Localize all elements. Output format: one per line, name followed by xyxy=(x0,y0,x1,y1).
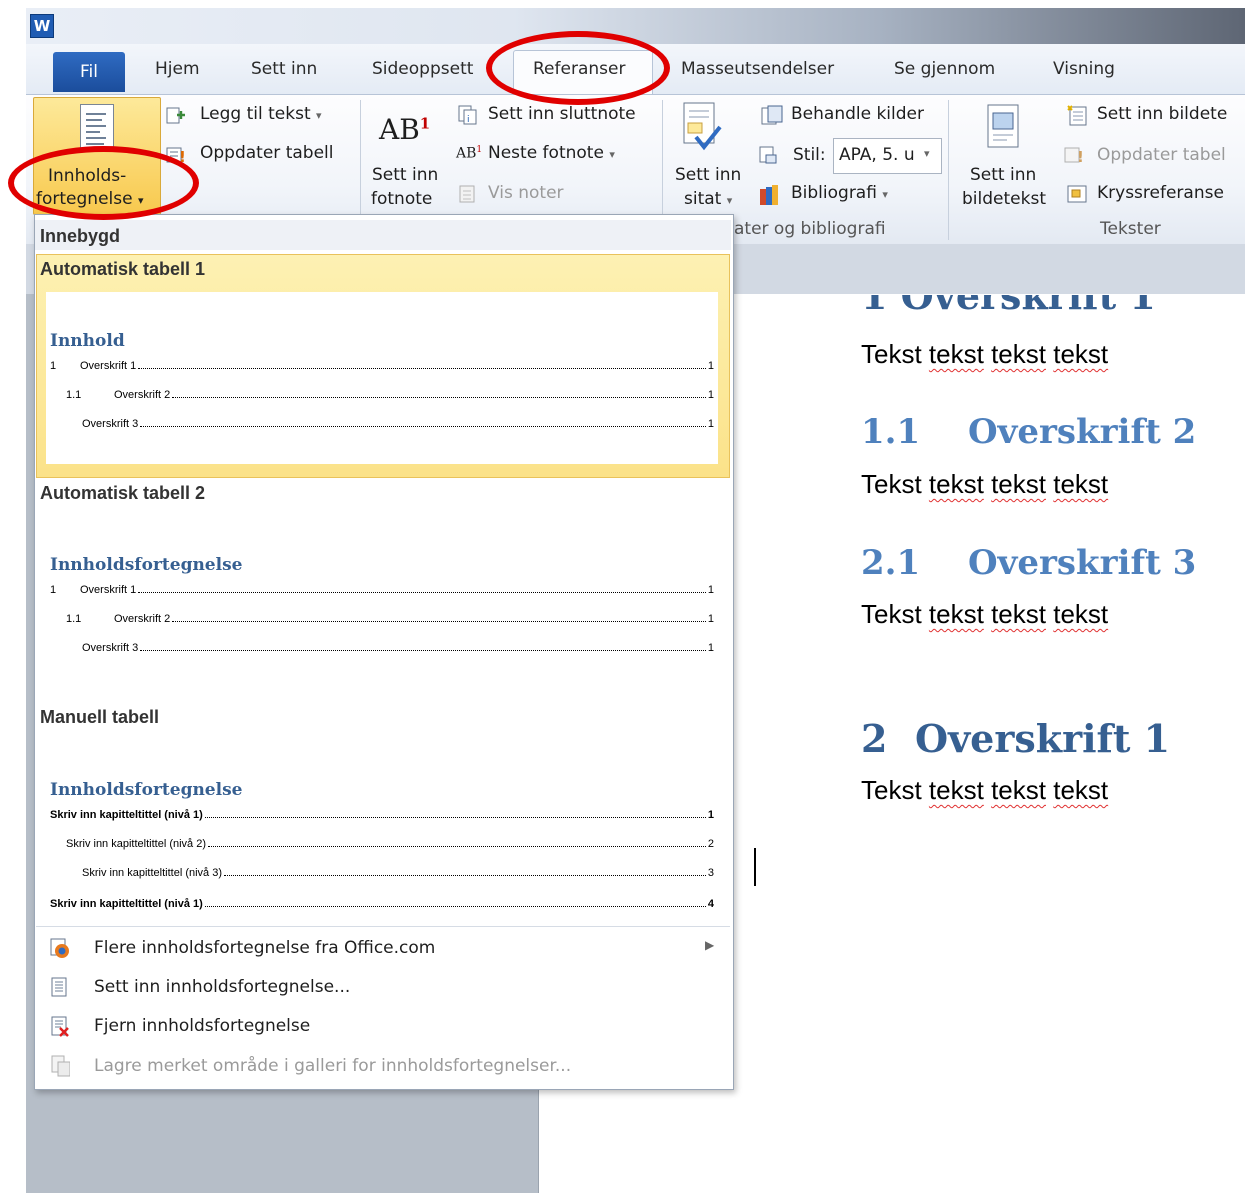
insert-footnote-label-1[interactable]: Sett inn xyxy=(372,165,438,185)
toc-preview-row: 1 Overskrift 11 xyxy=(50,584,714,596)
captions-group-label: Tekster xyxy=(1100,219,1161,239)
menu-item-insert-toc[interactable]: Sett inn innholdsfortegnelse... xyxy=(94,977,350,997)
gallery-preview xyxy=(46,292,718,464)
bibliography-icon xyxy=(760,185,778,205)
chevron-down-icon: ▾ xyxy=(924,147,930,160)
toc-preview-row: Skriv inn kapitteltittel (nivå 2) 2 xyxy=(66,838,714,850)
toc-preview-row: 1.1 Overskrift 21 xyxy=(66,613,714,625)
manage-sources-icon xyxy=(761,105,783,125)
annotation-circle-references xyxy=(486,31,670,105)
submenu-arrow-icon: ▶ xyxy=(705,938,715,952)
update-figures-table-button[interactable]: Oppdater tabel xyxy=(1097,145,1226,165)
menu-item-remove-toc[interactable]: Fjern innholdsfortegnelse xyxy=(94,1016,310,1036)
manage-sources-button[interactable]: Behandle kilder xyxy=(791,104,924,124)
cross-reference-button[interactable]: Kryssreferanse xyxy=(1097,183,1224,203)
tab-home[interactable]: Hjem xyxy=(155,59,200,79)
tab-insert[interactable]: Sett inn xyxy=(251,59,317,79)
insert-toc-icon xyxy=(51,977,67,997)
show-notes-button[interactable]: Vis noter xyxy=(488,183,564,203)
menu-item-more-from-office[interactable]: Flere innholdsfortegnelse fra Office.com xyxy=(94,938,435,958)
next-footnote-icon: AB1 xyxy=(456,145,483,162)
tab-mailings[interactable]: Masseutsendelser xyxy=(681,59,834,79)
gallery-title: Automatisk tabell 2 xyxy=(40,483,206,503)
insert-citation-label-2[interactable]: sitat ▾ xyxy=(684,189,732,209)
insert-figures-table-button[interactable]: Sett inn bildete xyxy=(1097,104,1227,124)
tab-file[interactable]: Fil xyxy=(53,52,125,92)
style-dropdown-value: APA, 5. u xyxy=(839,145,915,165)
heading-1-number: 2 xyxy=(861,716,888,761)
text-cursor xyxy=(754,848,756,886)
update-table-button[interactable]: Oppdater tabell xyxy=(200,143,333,163)
body-paragraph: Tekst tekst tekst tekst xyxy=(861,339,1109,369)
bibliography-button[interactable]: Bibliografi ▾ xyxy=(791,183,888,203)
insert-footnote-label-2[interactable]: fotnote xyxy=(371,189,432,209)
insert-citation-icon xyxy=(683,102,722,151)
remove-toc-icon xyxy=(51,1016,69,1037)
toc-preview-row: Skriv inn kapitteltittel (nivå 3) 3 xyxy=(82,867,714,879)
insert-caption-label-1[interactable]: Sett inn xyxy=(970,165,1036,185)
add-text-icon xyxy=(166,107,185,124)
heading-1-partial: 1 Overskrift 1 xyxy=(861,295,1156,318)
heading-3-number: 2.1 xyxy=(861,543,921,583)
toc-preview-heading: Innholdsfortegnelse xyxy=(50,780,243,800)
heading-2-number: 1.1 xyxy=(861,412,921,452)
svg-text:!: ! xyxy=(1077,148,1084,165)
tab-view[interactable]: Visning xyxy=(1053,59,1115,79)
gallery-title: Automatisk tabell 1 xyxy=(40,259,206,279)
word-app-icon[interactable]: W xyxy=(30,14,54,38)
insert-caption-label-2[interactable]: bildetekst xyxy=(962,189,1046,209)
menu-header-bar xyxy=(35,220,731,250)
style-icon xyxy=(759,146,777,164)
insert-caption-icon xyxy=(987,104,1019,148)
heading-3: Overskrift 3 xyxy=(968,543,1197,583)
body-paragraph: Tekst tekst tekst tekst xyxy=(861,599,1109,629)
office-online-icon xyxy=(50,938,69,958)
menu-separator xyxy=(36,926,730,927)
gallery-title: Manuell tabell xyxy=(40,707,160,727)
insert-endnote-button[interactable]: Sett inn sluttnote xyxy=(488,104,636,124)
insert-footnote-icon: AB1 xyxy=(379,113,431,146)
toc-preview-row: Skriv inn kapitteltittel (nivå 1) 4 xyxy=(50,898,714,910)
toc-document-icon xyxy=(80,104,114,152)
toc-preview-row: Overskrift 31 xyxy=(82,642,714,654)
cross-reference-icon xyxy=(1067,185,1087,203)
svg-text:i: i xyxy=(467,115,470,125)
insert-citation-label-1[interactable]: Sett inn xyxy=(675,165,741,185)
add-text-button[interactable]: Legg til tekst ▾ xyxy=(200,104,322,124)
annotation-circle-toc-button xyxy=(8,146,199,220)
heading-2: Overskrift 2 xyxy=(968,412,1197,452)
citations-group-label: ater og bibliografi xyxy=(734,219,886,239)
toc-preview-heading: Innholdsfortegnelse xyxy=(50,555,243,575)
next-footnote-button[interactable]: Neste fotnote ▾ xyxy=(488,143,615,163)
body-paragraph: Tekst tekst tekst tekst xyxy=(861,469,1109,499)
toc-preview-row: Overskrift 31 xyxy=(82,418,714,430)
save-to-gallery-icon xyxy=(51,1055,70,1077)
update-table-icon: ! xyxy=(1064,147,1084,165)
menu-header-label: Innebygd xyxy=(40,226,120,246)
toc-preview-heading: Innhold xyxy=(50,331,125,351)
tab-page-layout[interactable]: Sideoppsett xyxy=(372,59,473,79)
body-paragraph: Tekst tekst tekst tekst xyxy=(861,775,1109,805)
style-dropdown[interactable]: APA, 5. u ▾ xyxy=(833,138,942,174)
insert-figures-table-icon xyxy=(1067,105,1087,126)
toc-preview-row: Skriv inn kapitteltittel (nivå 1) 1 xyxy=(50,809,714,821)
style-label: Stil: xyxy=(793,145,826,165)
insert-endnote-icon: i xyxy=(458,105,477,125)
toc-preview-row: 1.1 Overskrift 21 xyxy=(66,389,714,401)
heading-1: Overskrift 1 xyxy=(915,716,1171,761)
menu-item-save-selection[interactable]: Lagre merket område i galleri for innhol… xyxy=(94,1056,571,1076)
tab-review[interactable]: Se gjennom xyxy=(894,59,995,79)
ribbon-separator xyxy=(948,100,949,240)
toc-preview-row: 1 Overskrift 11 xyxy=(50,360,714,372)
show-notes-icon xyxy=(459,185,475,203)
